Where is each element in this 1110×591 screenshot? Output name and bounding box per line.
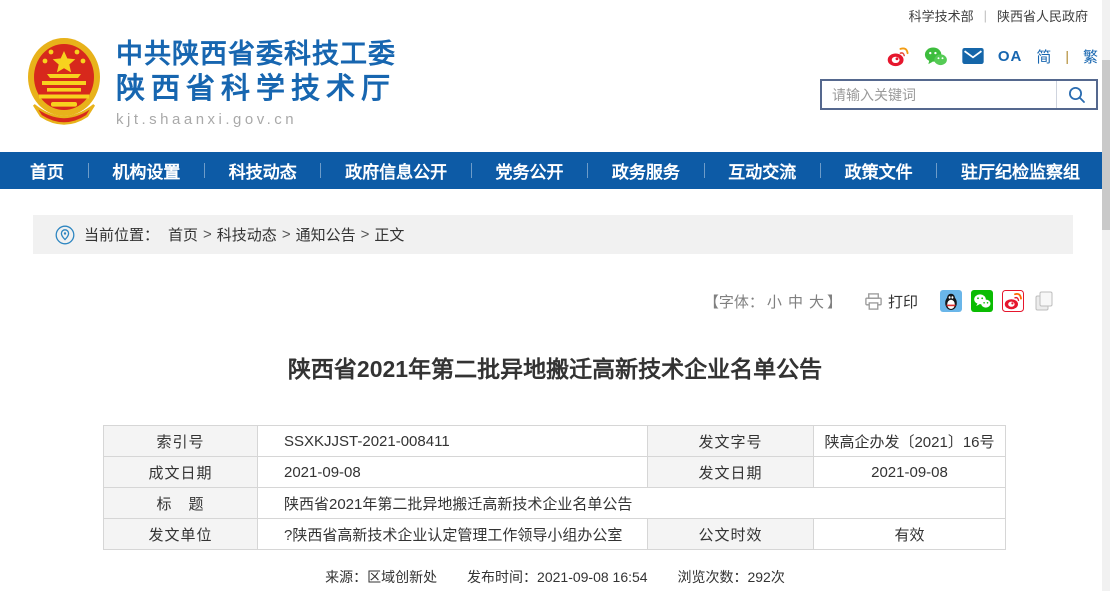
mail-icon[interactable] <box>962 48 984 64</box>
nav-item-interaction[interactable]: 互动交流 <box>728 158 796 183</box>
national-emblem-logo <box>25 36 103 152</box>
header-right-column: OA 简 | 繁 <box>820 32 1098 152</box>
meta-value-index: SSXKJJST-2021-008411 <box>258 426 648 457</box>
nav-separator <box>88 163 89 178</box>
top-links-bar: 科学技术部 | 陕西省人民政府 <box>0 0 1110 30</box>
printer-icon <box>864 292 883 311</box>
search-button[interactable] <box>1056 81 1096 108</box>
qq-share-icon[interactable] <box>940 290 962 312</box>
print-label: 打印 <box>888 291 918 312</box>
print-button[interactable]: 打印 <box>864 291 918 312</box>
source-line: 来源：区域创新处 发布时间：2021-09-08 16:54 浏览次数：292次 <box>0 567 1110 587</box>
nav-item-tech-news[interactable]: 科技动态 <box>229 158 297 183</box>
meta-label-issue-date: 发文日期 <box>648 457 814 488</box>
site-header: 中共陕西省委科技工委 陕西省科学技术厅 kjt.shaanxi.gov.cn <box>0 30 1110 152</box>
search-box <box>820 79 1098 110</box>
meta-label-index: 索引号 <box>104 426 258 457</box>
breadcrumb-notices[interactable]: 通知公告 <box>296 224 356 245</box>
publish-time-group: 发布时间：2021-09-08 16:54 <box>467 569 648 585</box>
breadcrumb-tech-news[interactable]: 科技动态 <box>217 224 277 245</box>
table-row: 发文单位 ?陕西省高新技术企业认定管理工作领导小组办公室 公文时效 有效 <box>104 519 1006 550</box>
nav-item-gov-info[interactable]: 政府信息公开 <box>345 158 447 183</box>
publish-value: 2021-09-08 16:54 <box>537 569 648 585</box>
link-most[interactable]: 科学技术部 <box>909 6 974 25</box>
wechat-icon[interactable] <box>924 46 948 67</box>
quick-links-row: OA 简 | 繁 <box>820 44 1098 68</box>
nav-item-discipline[interactable]: 驻厅纪检监察组 <box>961 158 1080 183</box>
views-group: 浏览次数：292次 <box>677 569 784 585</box>
views-value: 292次 <box>747 569 784 585</box>
meta-value-written-date: 2021-09-08 <box>258 457 648 488</box>
nav-separator <box>820 163 821 178</box>
meta-value-issuer: ?陕西省高新技术企业认定管理工作领导小组办公室 <box>258 519 648 550</box>
document-meta-table: 索引号 SSXKJJST-2021-008411 发文字号 陕高企办发〔2021… <box>103 425 1006 550</box>
search-icon <box>1067 85 1087 105</box>
share-icons <box>940 290 1055 312</box>
breadcrumb-current: 正文 <box>374 224 404 245</box>
nav-item-org[interactable]: 机构设置 <box>112 158 180 183</box>
weibo-share-icon[interactable] <box>1002 290 1024 312</box>
nav-separator <box>204 163 205 178</box>
meta-label-validity: 公文时效 <box>648 519 814 550</box>
search-input[interactable] <box>822 81 1056 108</box>
page-title: 陕西省2021年第二批异地搬迁高新技术企业名单公告 <box>0 350 1110 384</box>
meta-value-issue-date: 2021-09-08 <box>814 457 1006 488</box>
table-row: 成文日期 2021-09-08 发文日期 2021-09-08 <box>104 457 1006 488</box>
breadcrumb-separator: > <box>203 226 212 243</box>
breadcrumb-label: 当前位置： <box>84 224 159 245</box>
site-branding: 中共陕西省委科技工委 陕西省科学技术厅 kjt.shaanxi.gov.cn <box>116 32 396 152</box>
meta-value-doc-number: 陕高企办发〔2021〕16号 <box>814 426 1006 457</box>
lang-separator: | <box>1065 48 1069 64</box>
source-group: 来源：区域创新处 <box>325 569 437 585</box>
font-size-small-button[interactable]: 小 <box>767 291 782 312</box>
meta-label-issuer: 发文单位 <box>104 519 258 550</box>
main-nav: 首页 机构设置 科技动态 政府信息公开 党务公开 政务服务 互动交流 政策文件 … <box>0 152 1110 189</box>
national-emblem-icon <box>25 36 103 126</box>
scrollbar-thumb[interactable] <box>1102 60 1110 230</box>
top-links-separator: | <box>984 8 987 23</box>
breadcrumb-separator: > <box>282 226 291 243</box>
table-row: 索引号 SSXKJJST-2021-008411 发文字号 陕高企办发〔2021… <box>104 426 1006 457</box>
link-provincial-gov[interactable]: 陕西省人民政府 <box>997 6 1088 25</box>
source-label: 来源： <box>325 569 367 585</box>
lang-traditional[interactable]: 繁 <box>1083 46 1098 67</box>
lang-simplified[interactable]: 简 <box>1036 46 1051 67</box>
meta-label-title: 标 题 <box>104 488 258 519</box>
nav-separator <box>704 163 705 178</box>
weibo-icon[interactable] <box>887 46 910 67</box>
nav-item-home[interactable]: 首页 <box>30 158 64 183</box>
views-label: 浏览次数： <box>677 569 747 585</box>
nav-item-party-affairs[interactable]: 党务公开 <box>496 158 564 183</box>
scrollbar-track[interactable] <box>1102 0 1110 591</box>
oa-link[interactable]: OA <box>998 48 1023 65</box>
nav-separator <box>587 163 588 178</box>
font-size-medium-button[interactable]: 中 <box>788 291 803 312</box>
org-name-line1: 中共陕西省委科技工委 <box>116 38 396 72</box>
meta-value-title: 陕西省2021年第二批异地搬迁高新技术企业名单公告 <box>258 488 1006 519</box>
nav-separator <box>320 163 321 178</box>
publish-label: 发布时间： <box>467 569 537 585</box>
location-pin-icon <box>55 225 75 245</box>
font-size-prefix: 【字体： <box>704 291 764 312</box>
font-size-large-button[interactable]: 大 <box>809 291 824 312</box>
breadcrumb-home[interactable]: 首页 <box>168 224 198 245</box>
org-name-line2: 陕西省科学技术厅 <box>116 72 396 107</box>
meta-value-validity: 有效 <box>814 519 1006 550</box>
font-size-suffix: 】 <box>827 291 842 312</box>
nav-item-services[interactable]: 政务服务 <box>612 158 680 183</box>
source-value: 区域创新处 <box>367 569 437 585</box>
wechat-share-icon[interactable] <box>971 290 993 312</box>
meta-label-doc-number: 发文字号 <box>648 426 814 457</box>
nav-separator <box>471 163 472 178</box>
copy-icon[interactable] <box>1033 290 1055 312</box>
meta-label-written-date: 成文日期 <box>104 457 258 488</box>
nav-item-policy-docs[interactable]: 政策文件 <box>845 158 913 183</box>
breadcrumb-separator: > <box>361 226 370 243</box>
breadcrumb: 当前位置： 首页 > 科技动态 > 通知公告 > 正文 <box>33 215 1073 254</box>
table-row: 标 题 陕西省2021年第二批异地搬迁高新技术企业名单公告 <box>104 488 1006 519</box>
nav-separator <box>936 163 937 178</box>
site-domain: kjt.shaanxi.gov.cn <box>116 111 396 128</box>
article-tools: 【字体： 小 中 大 】 打印 <box>33 290 1073 312</box>
